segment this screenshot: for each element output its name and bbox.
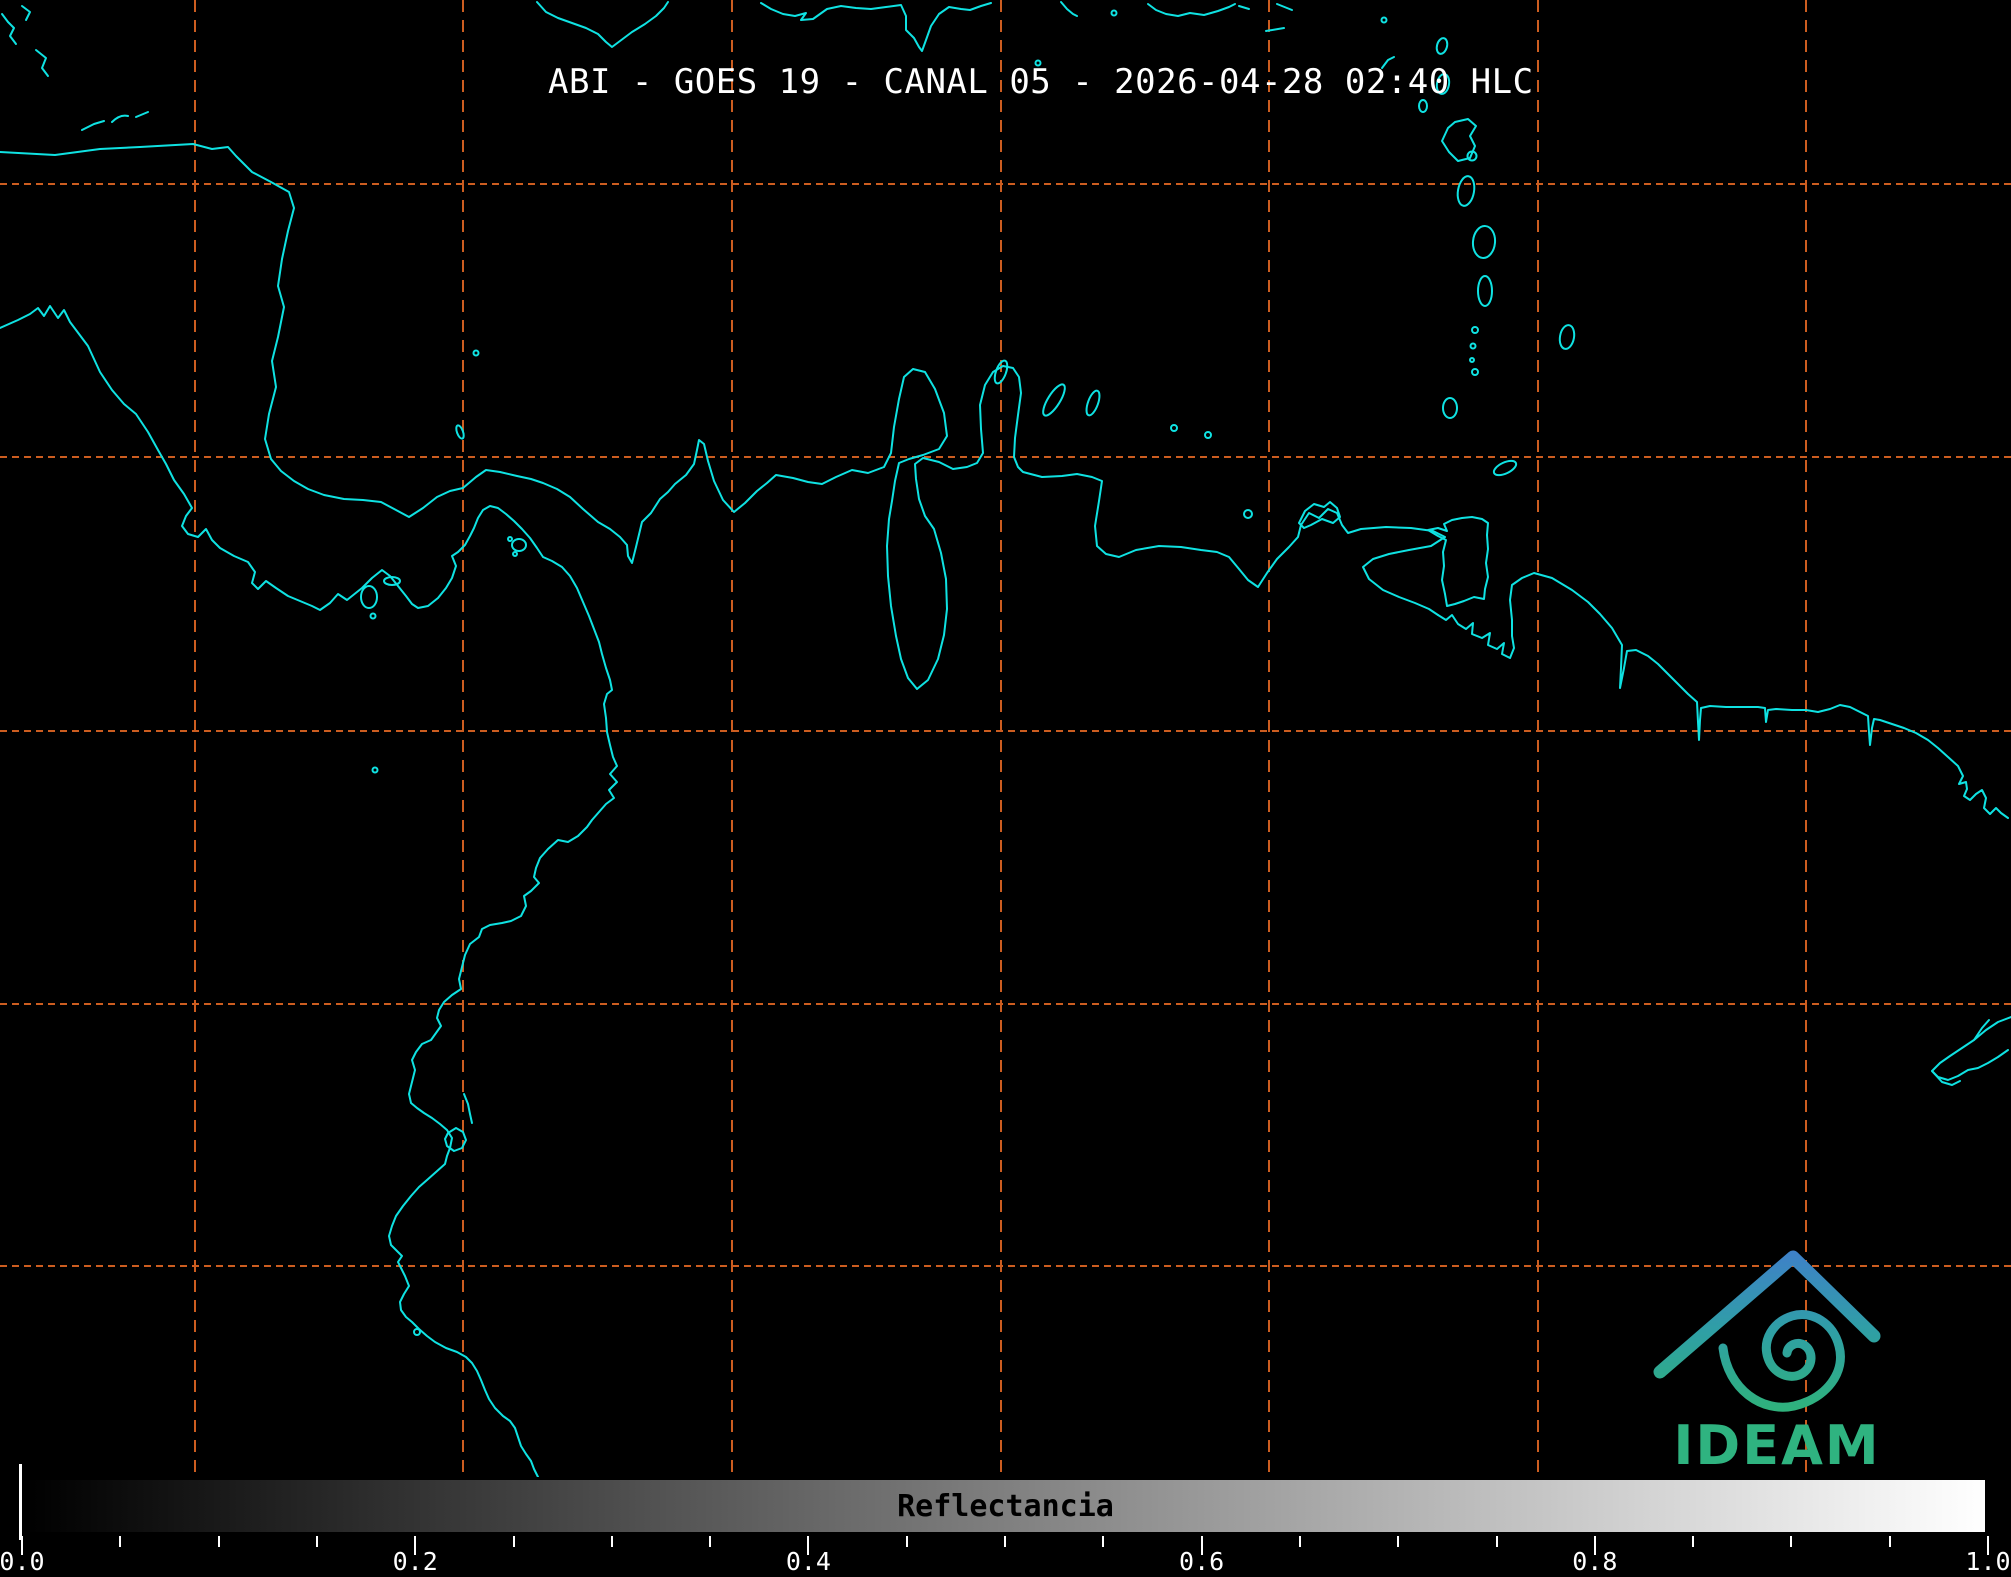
colorbar-minor-tick bbox=[512, 1536, 515, 1547]
malpelo bbox=[371, 766, 379, 774]
tobago-island bbox=[1492, 459, 1518, 477]
trinidad-tobago bbox=[1427, 459, 1518, 607]
martinique bbox=[1456, 175, 1476, 207]
isla-de-la-plata bbox=[413, 1328, 421, 1336]
grenada bbox=[1442, 397, 1458, 419]
colorbar-minor-tick bbox=[1102, 1536, 1105, 1547]
ideam-logo: IDEAM bbox=[1653, 1250, 1881, 1477]
colorbar-minor-tick bbox=[1397, 1536, 1400, 1547]
venezuelan-islands bbox=[1170, 424, 1341, 529]
jamaica-coast bbox=[536, 1, 669, 48]
image-title: ABI - GOES 19 - CANAL 05 - 2026-04-28 02… bbox=[548, 62, 1534, 102]
map-canvas: IDEAM bbox=[0, 0, 2011, 1478]
guadeloupe-dominica bbox=[1441, 118, 1477, 162]
colorbar-minor-tick bbox=[709, 1536, 712, 1547]
trinidad-island bbox=[1427, 516, 1489, 607]
vieques bbox=[1238, 5, 1250, 10]
colorbar-tick-label: 0.6 bbox=[1179, 1547, 1225, 1576]
st-lucia bbox=[1471, 225, 1497, 259]
bay-islands bbox=[81, 120, 105, 131]
colorbar-minor-tick bbox=[1692, 1536, 1695, 1547]
orinoco-delta-guyana-coastline bbox=[1437, 572, 2009, 819]
bonaire-island bbox=[1085, 389, 1101, 417]
colorbar-minor-tick bbox=[905, 1536, 908, 1547]
providencia bbox=[472, 349, 480, 357]
isolated-islands bbox=[360, 349, 527, 1336]
st-vincent bbox=[1477, 275, 1493, 307]
los-roques bbox=[1170, 424, 1178, 432]
barbados bbox=[1558, 324, 1576, 350]
caribbean-coastline bbox=[0, 143, 1446, 690]
colorbar-title: Reflectancia bbox=[897, 1489, 1114, 1524]
coiba-island bbox=[360, 585, 378, 609]
honduras-fragments bbox=[1, 5, 149, 131]
colorbar-tick-label: 0.8 bbox=[1572, 1547, 1618, 1576]
colorbar-tick-label: 0.0 bbox=[0, 1547, 45, 1576]
pacific-coastline bbox=[0, 305, 618, 1478]
amazon-river bbox=[1931, 1016, 2011, 1086]
tortuga-island bbox=[1243, 509, 1253, 519]
latlon-gridlines bbox=[0, 0, 2011, 1477]
orchila-island bbox=[1204, 431, 1212, 439]
hispaniola-coast bbox=[760, 2, 992, 52]
pearl-islands bbox=[511, 538, 527, 552]
colorbar-minor-tick bbox=[1004, 1536, 1006, 1547]
logo-text: IDEAM bbox=[1673, 1414, 1880, 1477]
colorbar-minor-tick bbox=[610, 1536, 613, 1547]
logo-spiral bbox=[1718, 1310, 1845, 1412]
colorbar-minor-tick bbox=[1495, 1536, 1498, 1547]
colorbar-tick-label: 0.2 bbox=[392, 1547, 438, 1576]
colorbar-minor-tick bbox=[1888, 1536, 1891, 1547]
colorbar-minor-tick bbox=[1298, 1536, 1301, 1547]
colorbar-minor-tick bbox=[217, 1536, 220, 1547]
greater-antilles bbox=[536, 1, 1293, 67]
satellite-image-viewer: IDEAM ABI - GOES 19 - CANAL 05 - 2026-04… bbox=[0, 0, 2011, 1577]
colorbar-minor-tick bbox=[1790, 1536, 1793, 1547]
colorbar-minor-tick bbox=[315, 1536, 318, 1547]
colorbar-tick-label: 0.4 bbox=[785, 1547, 831, 1576]
colorbar-minor-tick bbox=[119, 1536, 122, 1547]
puerto-rico-coast bbox=[1147, 3, 1236, 17]
colorbar-tick-label: 1.0 bbox=[1965, 1547, 2011, 1576]
guayas-river bbox=[463, 1093, 473, 1124]
curacao-island bbox=[1042, 383, 1066, 417]
margarita-island bbox=[1298, 501, 1341, 529]
